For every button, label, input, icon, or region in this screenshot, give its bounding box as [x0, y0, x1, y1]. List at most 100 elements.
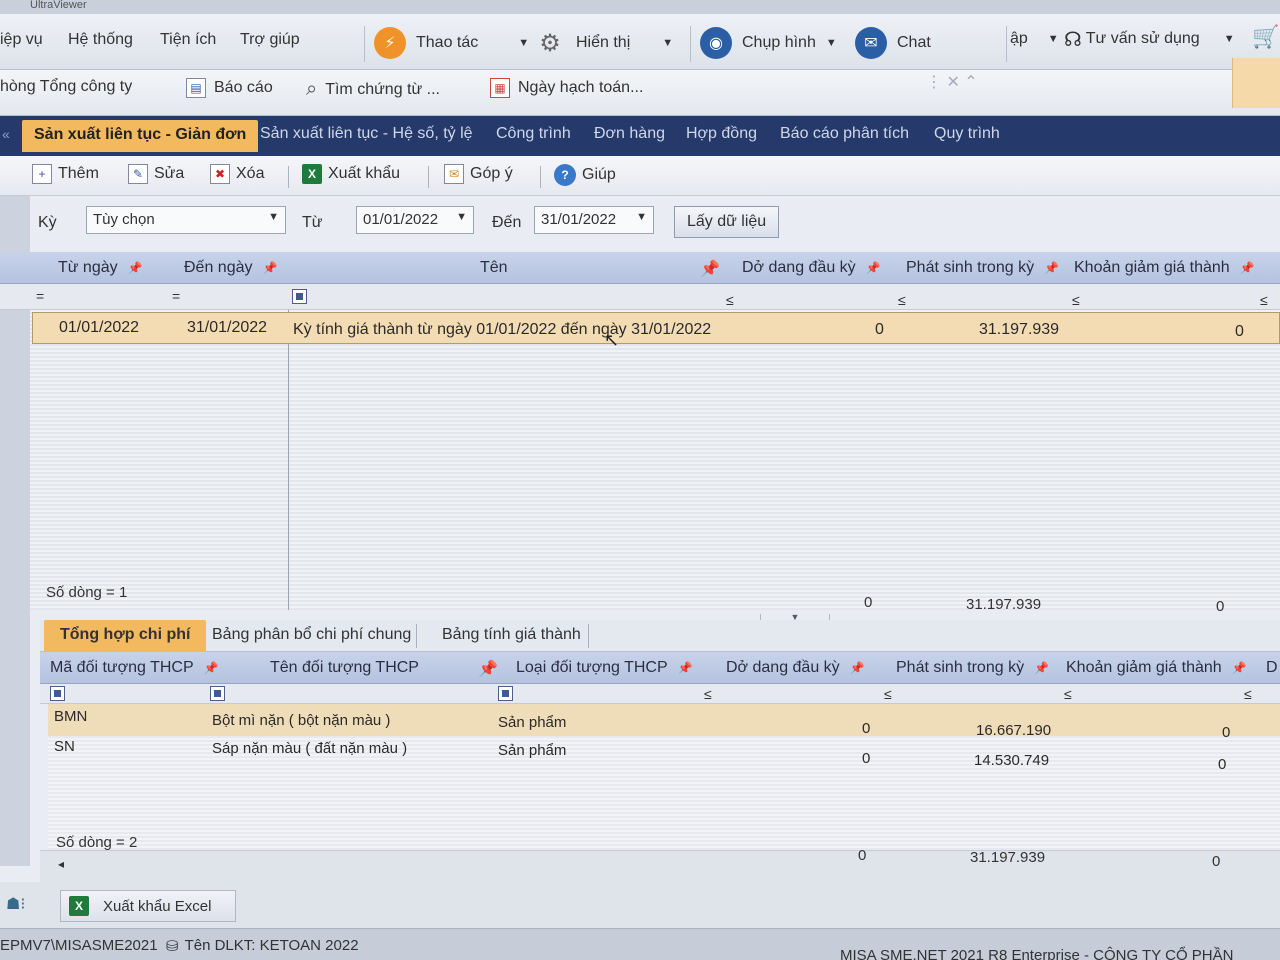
- tim-chung-tu-button[interactable]: ⌕ Tìm chứng từ ...: [306, 78, 440, 101]
- statusbar: EPMV7\MISASME2021 ⛁ Tên DLKT: KETOAN 202…: [0, 928, 1280, 960]
- ngay-hach-toan-button[interactable]: ▦ Ngày hạch toán...: [490, 78, 643, 98]
- menu-tro-giup[interactable]: Trợ giúp: [240, 31, 300, 49]
- main-grid-filter-row: = = ≤ ≤ ≤ ≤: [0, 284, 1280, 310]
- calendar-icon: ▦: [490, 78, 510, 98]
- filter-le-extra[interactable]: ≤: [1260, 292, 1268, 308]
- cart-icon[interactable]: 🛒: [1252, 24, 1279, 50]
- detail-total-do-dang: 0: [858, 847, 867, 864]
- add-button[interactable]: + Thêm: [32, 164, 99, 184]
- col-sub-extra[interactable]: D: [1266, 659, 1278, 677]
- action-toolbar: + Thêm ✎ Sửa ✖ Xóa X Xuất khẩu ✉ Góp ý ?…: [0, 156, 1280, 196]
- table-row[interactable]: BMN Bột mì nặn ( bột nặn màu ) Sản phẩm …: [48, 704, 1280, 741]
- chevron-left-icon[interactable]: ◂: [58, 857, 64, 871]
- col-loai-doi-tuong[interactable]: Loại đối tượng THCP 📌: [516, 659, 693, 677]
- cell-ten-doi-tuong: Sáp nặn màu ( đất nặn màu ): [212, 740, 408, 757]
- export-excel-label: Xuất khẩu Excel: [103, 897, 212, 915]
- tu-van-button[interactable]: ☊ Tư vấn sử dụng ▼: [1064, 22, 1235, 56]
- chevron-left-icon[interactable]: «: [2, 126, 10, 142]
- col-khoan-giam[interactable]: Khoản giảm giá thành 📌: [1074, 259, 1255, 277]
- cell-ma: BMN: [54, 708, 88, 725]
- ky-select[interactable]: Tùy chọn ▼: [86, 206, 286, 234]
- col-tu-ngay[interactable]: Từ ngày 📌: [58, 259, 143, 277]
- tab-sx-he-so[interactable]: Sản xuất liên tục - Hệ số, tỷ lệ: [260, 125, 473, 143]
- user-icon[interactable]: ☗⁝: [6, 894, 25, 914]
- col-do-dang[interactable]: Dở dang đầu kỳ 📌: [742, 259, 881, 277]
- menubar-divider: [1006, 26, 1007, 62]
- col-den-ngay[interactable]: Đến ngày 📌: [184, 259, 277, 277]
- bao-cao-button[interactable]: ▤ Báo cáo: [186, 78, 273, 98]
- filter-checkbox-loai[interactable]: [498, 686, 513, 701]
- fetch-data-button[interactable]: Lấy dữ liệu: [674, 206, 780, 238]
- filter-le-phat-sinh[interactable]: ≤: [898, 292, 906, 308]
- excel-icon: X: [302, 164, 322, 184]
- tab-cong-trinh[interactable]: Công trình: [496, 125, 571, 143]
- thao-tac-button[interactable]: ⚡ Thao tác ▼: [374, 26, 529, 60]
- feedback-label: Góp ý: [470, 165, 513, 182]
- filter-le-sub-phat-sinh[interactable]: ≤: [884, 686, 892, 702]
- action-divider: [428, 166, 429, 188]
- detail-total-khoan-giam: 0: [1212, 853, 1221, 870]
- filter-eq-den-ngay[interactable]: =: [172, 288, 180, 304]
- subtab-tong-hop-chi-phi[interactable]: Tổng hợp chi phí: [44, 620, 207, 652]
- chup-hinh-button[interactable]: ◉ Chụp hình ▼: [700, 26, 837, 60]
- col-ma-doi-tuong[interactable]: Mã đối tượng THCP 📌: [50, 659, 219, 677]
- table-row[interactable]: SN Sáp nặn màu ( đất nặn màu ) Sản phẩm …: [48, 736, 1280, 773]
- tab-sx-gian-don[interactable]: Sản xuất liên tục - Giản đơn: [22, 120, 259, 152]
- col-sub-phat-sinh[interactable]: Phát sinh trong kỳ 📌: [896, 659, 1049, 677]
- filter-le-sub-do-dang[interactable]: ≤: [704, 686, 712, 702]
- export-excel-button[interactable]: X Xuất khẩu Excel: [60, 890, 236, 922]
- pin-icon: 📌: [865, 261, 881, 275]
- tu-date-field[interactable]: 01/01/2022 ▼: [356, 206, 474, 234]
- col-ten[interactable]: Tên: [480, 259, 508, 277]
- delete-button[interactable]: ✖ Xóa: [210, 164, 264, 184]
- feedback-button[interactable]: ✉ Góp ý: [444, 164, 513, 184]
- add-label: Thêm: [58, 165, 99, 182]
- filter-le-khoan-giam[interactable]: ≤: [1072, 292, 1080, 308]
- gear-icon: ⚙: [539, 29, 561, 57]
- tab-hop-dong[interactable]: Hợp đồng: [686, 125, 757, 143]
- subtab-bang-tinh-gia-thanh[interactable]: Bảng tính giá thành: [428, 626, 595, 644]
- subtab-bang-phan-bo[interactable]: Bảng phân bổ chi phí chung: [198, 626, 425, 644]
- table-row[interactable]: 01/01/2022 31/01/2022 Kỳ tính giá thành …: [32, 312, 1280, 344]
- col-sub-do-dang[interactable]: Dở dang đầu kỳ 📌: [726, 659, 865, 677]
- filter-le-do-dang[interactable]: ≤: [726, 292, 734, 308]
- pin-icon: 📌: [849, 661, 865, 675]
- filter-checkbox-ten[interactable]: [292, 289, 307, 304]
- ap-button[interactable]: ập ▼: [1010, 22, 1059, 56]
- status-path: EPMV7\MISASME2021: [0, 937, 158, 954]
- menu-nghiep-vu[interactable]: iệp vụ: [0, 31, 43, 49]
- cell-khoan-giam: 0: [1218, 756, 1227, 773]
- chat-button[interactable]: ✉ Chat: [855, 26, 931, 60]
- hien-thi-button[interactable]: ⚙ Hiển thị ▼: [534, 26, 673, 60]
- status-db-label: Tên DLKT: KETOAN 2022: [184, 937, 359, 954]
- tab-don-hang[interactable]: Đơn hàng: [594, 125, 665, 143]
- detail-tabbar: Tổng hợp chi phí Bảng phân bổ chi phí ch…: [40, 620, 1280, 652]
- cell-loai: Sản phẩm: [498, 714, 567, 731]
- export-button[interactable]: X Xuất khẩu: [302, 164, 400, 184]
- menu-tien-ich[interactable]: Tiện ích: [160, 31, 216, 49]
- tu-label: Từ: [302, 214, 323, 231]
- pin-icon: 📌: [203, 661, 219, 675]
- main-total-do-dang: 0: [864, 594, 873, 611]
- tab-quy-trinh[interactable]: Quy trình: [934, 125, 1000, 143]
- col-sub-khoan-giam[interactable]: Khoản giảm giá thành 📌: [1066, 659, 1247, 677]
- delete-icon: ✖: [210, 164, 230, 184]
- filter-checkbox-ma[interactable]: [50, 686, 65, 701]
- cell-den-ngay: 31/01/2022: [187, 319, 268, 336]
- edit-button[interactable]: ✎ Sửa: [128, 164, 184, 184]
- module-tabbar: « Sản xuất liên tục - Giản đơn Sản xuất …: [0, 116, 1280, 156]
- filter-eq-tu-ngay[interactable]: =: [36, 288, 44, 304]
- main-total-phat-sinh: 31.197.939: [966, 596, 1042, 613]
- filter-le-sub-extra[interactable]: ≤: [1244, 686, 1252, 702]
- company-label[interactable]: hòng Tổng công ty: [0, 78, 132, 96]
- calendar-panel-icon[interactable]: [1232, 58, 1280, 108]
- col-phat-sinh[interactable]: Phát sinh trong kỳ 📌: [906, 259, 1059, 277]
- tab-bao-cao-phan-tich[interactable]: Báo cáo phân tích: [780, 125, 909, 143]
- window-controls-icon[interactable]: ⋮ ✕ ⌃: [926, 72, 978, 92]
- col-ten-doi-tuong[interactable]: Tên đối tượng THCP: [270, 659, 419, 677]
- filter-checkbox-ten-doi-tuong[interactable]: [210, 686, 225, 701]
- den-date-field[interactable]: 31/01/2022 ▼: [534, 206, 654, 234]
- filter-le-sub-khoan-giam[interactable]: ≤: [1064, 686, 1072, 702]
- menu-he-thong[interactable]: Hệ thống: [68, 31, 133, 49]
- help-button[interactable]: ? Giúp: [554, 164, 616, 186]
